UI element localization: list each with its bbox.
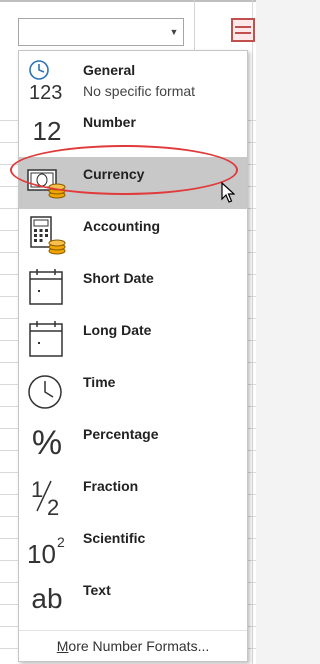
percent-glyph: % [31,423,63,462]
menu-item-title: Accounting [83,218,160,234]
menu-item-description: No specific format [83,83,196,99]
menu-item-title: Currency [83,166,145,182]
menu-item-title: Time [83,374,116,390]
menu-item-title: Scientific [83,530,146,546]
number-12-icon: 12 [25,109,69,153]
short-date-calendar-icon [25,265,69,309]
menu-item-accounting[interactable]: Accounting [19,209,247,261]
window-top-border [0,0,256,2]
menu-item-currency[interactable]: Currency [19,157,247,209]
menu-item-fraction[interactable]: 1 2 Fraction [19,469,247,521]
menu-item-title: Fraction [83,478,139,494]
fraction-icon: 1 2 [25,473,69,517]
conditional-format-table-icon[interactable] [231,18,255,42]
number-format-combobox[interactable]: ▼ [18,18,184,46]
menu-item-scientific[interactable]: 10 2 Scientific [19,521,247,573]
fraction-denominator: 2 [47,495,59,517]
grid-line [252,0,253,664]
more-number-formats-link[interactable]: More Number Formats... [19,630,247,661]
menu-item-time[interactable]: Time [19,365,247,417]
dropdown-arrow-icon[interactable]: ▼ [165,19,183,45]
clock-icon [25,369,69,413]
general-glyph: 123 [29,82,62,101]
menu-item-title: Percentage [83,426,159,442]
number-format-dropdown-menu: 123 General No specific format 12 Number… [18,50,248,662]
menu-item-title: Text [83,582,111,598]
menu-item-title: General [83,62,136,78]
scientific-exponent: 2 [57,534,65,550]
scientific-base: 10 [27,539,56,569]
menu-item-general[interactable]: 123 General No specific format [19,53,247,105]
long-date-calendar-icon [25,317,69,361]
number-glyph: 12 [32,115,62,146]
text-glyph: ab [31,583,63,614]
text-ab-icon: ab [25,577,69,621]
currency-icon [25,161,69,205]
menu-item-title: Number [83,114,136,130]
scientific-icon: 10 2 [25,525,69,569]
menu-item-text[interactable]: ab Text [19,573,247,625]
ribbon-separator [194,0,195,52]
mouse-pointer-icon [221,181,236,209]
percent-icon: % [25,421,69,465]
clock-123-icon: 123 [25,57,69,101]
menu-item-number[interactable]: 12 Number [19,105,247,157]
more-formats-label: ore Number Formats... [68,638,210,654]
more-formats-accesskey: M [56,638,69,654]
menu-item-long-date[interactable]: Long Date [19,313,247,365]
fraction-numerator: 1 [31,477,43,502]
menu-item-percentage[interactable]: % Percentage [19,417,247,469]
menu-item-title: Long Date [83,322,152,338]
menu-item-title: Short Date [83,270,154,286]
menu-item-short-date[interactable]: Short Date [19,261,247,313]
accounting-calculator-icon [25,213,69,257]
